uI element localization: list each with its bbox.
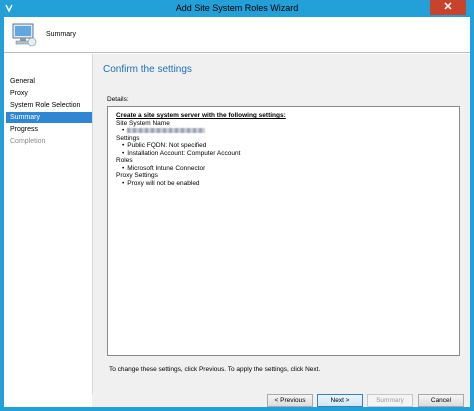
- details-label: Details:: [107, 96, 129, 103]
- instruction-text: To change these settings, click Previous…: [109, 366, 321, 373]
- title-bar[interactable]: Add Site System Roles Wizard ✕: [0, 0, 474, 17]
- details-textbox[interactable]: Create a site system server with the fol…: [107, 106, 460, 356]
- window-title: Add Site System Roles Wizard: [175, 3, 299, 13]
- settings-label: Settings: [116, 134, 140, 142]
- site-system-name-value: [116, 127, 451, 135]
- roles-label: Roles: [116, 157, 133, 164]
- installation-account-value: Installation Account: Computer Account: [116, 150, 451, 158]
- redacted-server-name: [127, 127, 206, 133]
- main-panel: Confirm the settings Details: Create a s…: [92, 54, 470, 394]
- proxy-settings-label: Proxy Settings: [116, 172, 158, 179]
- wizard-client-area: Summary General Proxy System Role Select…: [4, 17, 470, 407]
- role-item: Microsoft Intune Connector: [116, 165, 451, 173]
- proxy-settings-value: Proxy will not be enabled: [116, 180, 451, 188]
- previous-button[interactable]: < Previous: [267, 394, 313, 407]
- site-system-name-label: Site System Name: [116, 119, 170, 127]
- nav-item-summary[interactable]: Summary: [6, 112, 92, 123]
- details-intro: Create a site system server with the fol…: [116, 112, 286, 119]
- page-title: Summary: [46, 31, 76, 38]
- wizard-header: Summary: [4, 17, 470, 53]
- section-heading: Confirm the settings: [103, 64, 192, 75]
- nav-item-general[interactable]: General: [6, 76, 92, 87]
- close-button[interactable]: ✕: [430, 0, 466, 15]
- wizard-nav: General Proxy System Role Selection Summ…: [4, 54, 92, 407]
- nav-item-progress[interactable]: Progress: [6, 124, 92, 135]
- cancel-button[interactable]: Cancel: [418, 394, 464, 407]
- computer-icon: [12, 23, 37, 47]
- public-fqdn-value: Public FQDN: Not specified: [116, 142, 451, 150]
- summary-button: Summary: [367, 394, 413, 407]
- button-bar: < Previous Next > Summary Cancel: [92, 394, 470, 407]
- nav-item-proxy[interactable]: Proxy: [6, 88, 92, 99]
- nav-item-completion: Completion: [10, 138, 46, 145]
- next-button[interactable]: Next >: [317, 394, 363, 407]
- wizard-window: Add Site System Roles Wizard ✕ Summary G…: [0, 0, 474, 411]
- nav-item-system-role-selection[interactable]: System Role Selection: [6, 100, 92, 111]
